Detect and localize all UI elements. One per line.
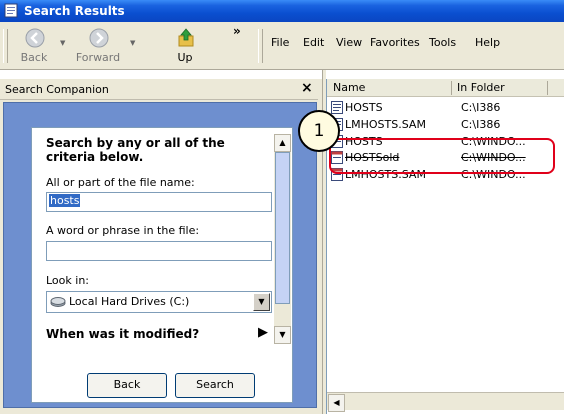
phrase-label: A word or phrase in the file: <box>46 224 200 237</box>
title-bar[interactable]: Search Results <box>0 0 564 22</box>
search-button[interactable]: Search <box>175 373 255 398</box>
back-search-button[interactable]: Back <box>87 373 167 398</box>
close-icon[interactable]: × <box>301 80 313 96</box>
file-folder: C:\I386 <box>461 118 501 131</box>
modified-label[interactable]: When was it modified? <box>46 327 199 341</box>
up-button[interactable]: Up <box>165 26 205 66</box>
file-name: HOSTS <box>345 101 383 114</box>
file-folder: C:\I386 <box>461 101 501 114</box>
callout-number: 1 <box>298 110 340 152</box>
criteria-heading: Search by any or all of the criteria bel… <box>46 136 225 164</box>
filename-value: hosts <box>49 194 81 207</box>
file-icon <box>331 101 343 114</box>
forward-arrow-icon <box>89 28 109 48</box>
search-companion-header: Search Companion × <box>0 79 318 100</box>
toolbar: Back ▼ Forward ▼ Up » File Edit View Fav… <box>0 22 564 70</box>
back-arrow-icon <box>25 28 45 48</box>
menu-edit[interactable]: Edit <box>303 36 324 49</box>
up-label: Up <box>177 51 193 64</box>
file-name: LMHOSTS.SAM <box>345 118 426 131</box>
menu-grip[interactable] <box>258 29 263 63</box>
back-label: Back <box>20 51 48 64</box>
search-window-icon <box>4 3 18 18</box>
lookin-label: Look in: <box>46 274 89 287</box>
result-row[interactable]: LMHOSTS.SAM C:\I386 <box>331 117 556 133</box>
lookin-select[interactable]: Local Hard Drives (C:) ▼ <box>46 291 272 313</box>
menu-favorites[interactable]: Favorites <box>370 36 420 49</box>
window-title: Search Results <box>24 4 125 18</box>
menu-tools[interactable]: Tools <box>429 36 456 49</box>
highlight-box <box>329 138 555 174</box>
forward-label: Forward <box>75 51 121 64</box>
menu-view[interactable]: View <box>336 36 362 49</box>
column-name[interactable]: Name <box>333 81 365 94</box>
toolbar-overflow-icon[interactable]: » <box>233 24 241 38</box>
column-header: Name In Folder <box>327 79 564 97</box>
forward-button[interactable]: Forward <box>71 26 125 66</box>
expand-arrow-icon[interactable]: ▶ <box>258 325 268 340</box>
search-companion-title: Search Companion <box>5 83 109 96</box>
filename-label: All or part of the file name: <box>46 176 195 189</box>
column-divider[interactable] <box>451 81 452 95</box>
scroll-thumb[interactable] <box>275 152 290 304</box>
column-in-folder[interactable]: In Folder <box>457 81 505 94</box>
scroll-up-icon[interactable]: ▲ <box>274 134 291 152</box>
back-dropdown-arrow-icon[interactable]: ▼ <box>60 39 65 47</box>
up-folder-icon <box>178 28 194 47</box>
scroll-left-icon[interactable]: ◀ <box>328 394 345 412</box>
back-button[interactable]: Back <box>12 26 56 66</box>
chevron-down-icon[interactable]: ▼ <box>253 293 270 311</box>
hard-drive-icon <box>50 297 66 307</box>
forward-dropdown-arrow-icon[interactable]: ▼ <box>130 39 135 47</box>
menu-file[interactable]: File <box>271 36 289 49</box>
results-horizontal-scrollbar[interactable]: ◀ <box>327 392 564 412</box>
lookin-value: Local Hard Drives (C:) <box>69 295 190 308</box>
column-divider[interactable] <box>547 81 548 95</box>
menu-help[interactable]: Help <box>475 36 500 49</box>
phrase-input[interactable] <box>46 241 272 261</box>
scroll-down-icon[interactable]: ▼ <box>274 326 291 344</box>
result-row[interactable]: HOSTS C:\I386 <box>331 100 556 116</box>
toolbar-grip[interactable] <box>3 29 8 63</box>
companion-scrollbar[interactable]: ▲ ▼ <box>274 134 291 344</box>
filename-input[interactable]: hosts <box>46 192 272 212</box>
search-criteria-panel: Search by any or all of the criteria bel… <box>31 127 293 403</box>
